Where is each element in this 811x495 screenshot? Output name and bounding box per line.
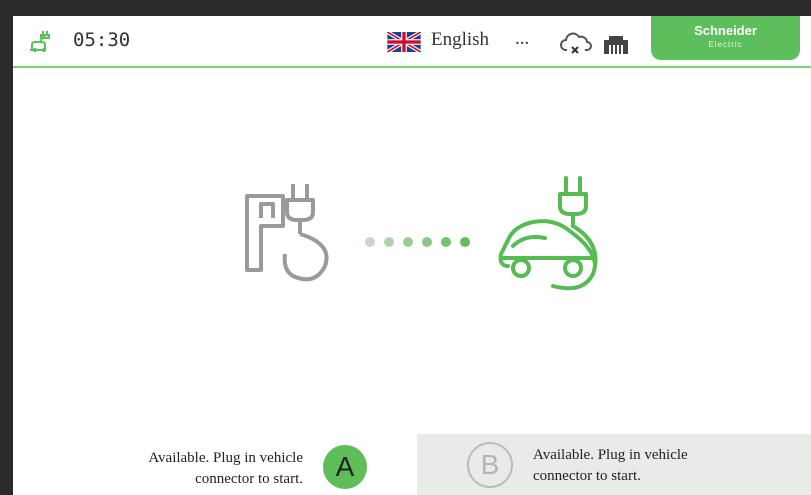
connector-b-badge[interactable]: B — [467, 442, 513, 488]
brand-sub: Electric — [708, 40, 743, 49]
connector-a-panel[interactable]: Available. Plug in vehicle connector to … — [13, 434, 417, 495]
clock-time: 05:30 — [73, 29, 131, 51]
connector-b-message-line2: connector to start. — [533, 468, 641, 484]
charger-screen: 05:30 English ... Schneider Electric Ava… — [13, 16, 811, 495]
connector-b-message-line1: Available. Plug in vehicle — [533, 447, 688, 463]
brand-name: Schneider — [694, 23, 757, 38]
connection-dot — [384, 237, 394, 247]
connection-dots — [365, 237, 470, 247]
connector-b-panel[interactable]: B Available. Plug in vehicle connector t… — [417, 434, 811, 495]
connection-illustration — [245, 176, 598, 291]
plug-status-icon — [30, 31, 50, 52]
schneider-logo: Schneider Electric — [651, 16, 800, 60]
cloud-offline-icon — [560, 32, 592, 54]
charging-station-icon — [245, 184, 329, 282]
connector-b-message: Available. Plug in vehicle connector to … — [533, 445, 793, 487]
language-more-button[interactable]: ... — [515, 28, 529, 50]
connector-a-message-line2: connector to start. — [195, 471, 303, 487]
connection-dot — [365, 237, 375, 247]
connection-dot — [441, 237, 451, 247]
connector-a-message-line1: Available. Plug in vehicle — [148, 450, 303, 466]
connection-dot — [460, 237, 470, 247]
connection-dot — [422, 237, 432, 247]
top-bar: 05:30 English ... Schneider Electric — [13, 16, 811, 68]
connection-dot — [403, 237, 413, 247]
ethernet-icon — [604, 36, 628, 54]
electric-car-icon — [498, 176, 598, 291]
connector-a-message: Available. Plug in vehicle connector to … — [53, 448, 303, 490]
connector-a-badge[interactable]: A — [323, 445, 367, 489]
language-label[interactable]: English — [431, 29, 489, 51]
uk-flag-icon[interactable] — [387, 32, 421, 52]
